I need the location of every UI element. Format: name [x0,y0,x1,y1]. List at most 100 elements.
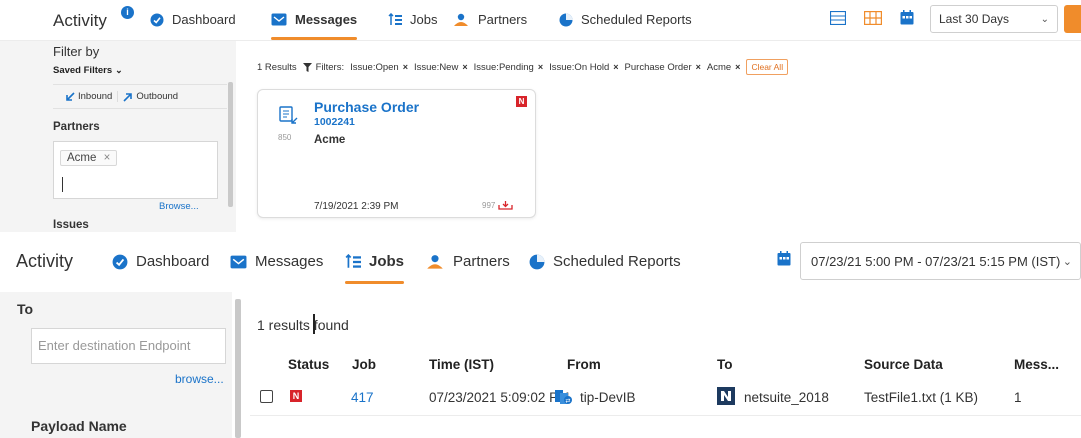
clear-all-button[interactable]: Clear All [746,59,789,75]
nav-partners[interactable]: Partners [452,12,527,27]
filters-label-text: Filters: [315,61,345,73]
issues-heading: Issues [53,219,89,231]
outbound-label: Outbound [136,91,179,102]
nav-partners-label: Partners [453,253,510,270]
destination-endpoint-input[interactable]: Enter destination Endpoint [31,328,226,364]
nav-scheduled-reports[interactable]: Scheduled Reports [529,253,681,270]
nav-dashboard[interactable]: Dashboard [112,253,209,270]
filter-chip-label: Issue:On Hold [549,61,610,73]
saved-filters-dropdown[interactable]: Saved Filters ⌄ [53,65,123,76]
list-view-icon[interactable] [830,11,846,25]
export-button[interactable] [1064,5,1081,33]
filter-chip-issue-on-hold[interactable]: Issue:On Hold × [549,62,618,73]
nav-messages[interactable]: Messages [271,12,358,40]
partners-browse-link[interactable]: Browse... [159,201,199,212]
endpoint-folder-icon: ⇄ [555,390,572,405]
partners-heading: Partners [53,121,100,133]
nav-scheduled-reports[interactable]: Scheduled Reports [559,12,692,27]
filter-chip-label: Issue:Open [350,61,399,73]
filter-sidebar: To Enter destination Endpoint browse... … [0,292,241,438]
table-row[interactable]: N 417 07/23/2021 5:09:02 PM ⇄ tip-DevIB … [250,382,1081,416]
date-range-value: 07/23/21 5:00 PM - 07/23/21 5:15 PM (IST… [811,253,1061,269]
inbound-button[interactable]: Inbound [53,91,117,102]
destination-browse-link[interactable]: browse... [175,372,224,386]
date-range-select[interactable]: Last 30 Days ⌄ [930,5,1058,33]
nav-jobs[interactable]: Jobs [345,253,405,284]
chevron-down-icon: ⌄ [115,65,123,75]
nav-jobs-label: Jobs [369,253,405,270]
filter-by-heading: Filter by [53,44,100,59]
filter-funnel-icon [302,62,312,72]
nav-partners-label: Partners [478,12,528,27]
calendar-icon[interactable] [777,251,791,266]
source-data-file[interactable]: TestFile1.txt (1 KB) [864,390,978,405]
partners-input-box[interactable]: Acme × [53,141,218,199]
row-checkbox[interactable] [260,390,273,403]
nav-dashboard[interactable]: Dashboard [150,12,236,27]
date-range-select[interactable]: 07/23/21 5:00 PM - 07/23/21 5:15 PM (IST… [800,242,1081,280]
netsuite-badge-icon: N [516,96,527,107]
column-header-source-data[interactable]: Source Data [864,357,943,372]
sidebar-scrollbar[interactable] [235,299,241,438]
destination-endpoint-placeholder: Enter destination Endpoint [38,338,191,353]
nav-dashboard-label: Dashboard [136,253,210,270]
jobs-icon [388,12,402,25]
card-date: 7/19/2021 2:39 PM [314,201,399,212]
inbound-arrow-icon [66,91,75,101]
job-id-link[interactable]: 417 [351,390,374,405]
filter-chip-purchase-order[interactable]: Purchase Order × [625,62,701,73]
column-header-status[interactable]: Status [288,357,329,372]
outbound-arrow-icon [123,92,133,102]
nav-dashboard-label: Dashboard [172,12,236,27]
page-title: Activity [16,251,74,271]
partners-icon [454,13,468,26]
partner-tag[interactable]: Acme × [60,150,118,166]
chevron-down-icon: ⌄ [1040,13,1049,25]
column-header-job[interactable]: Job [352,357,376,372]
text-cursor [313,314,315,334]
text-cursor [62,177,63,192]
filters-label: Filters: [302,61,345,73]
column-header-time[interactable]: Time (IST) [429,357,494,372]
close-icon[interactable]: × [613,62,618,72]
nav-scheduled-reports-label: Scheduled Reports [553,253,681,270]
svg-text:⇄: ⇄ [565,398,570,405]
results-filter-bar: 1 Results Filters: Issue:Open × Issue:New… [257,59,789,75]
doc-code: 850 [278,133,292,142]
nav-partners[interactable]: Partners [425,253,510,270]
message-card[interactable]: 850 Purchase Order 1002241 Acme N 7/19/2… [257,89,536,218]
filter-chip-issue-new[interactable]: Issue:New × [414,62,468,73]
close-icon[interactable]: × [403,62,408,72]
column-header-from[interactable]: From [567,357,601,372]
nav-messages[interactable]: Messages [230,253,323,270]
ack-code: 997 [482,200,496,210]
nav-jobs[interactable]: Jobs [388,12,437,27]
filter-chip-acme[interactable]: Acme × [707,62,741,73]
close-icon[interactable]: × [462,62,467,72]
close-icon[interactable]: × [735,62,740,72]
filter-chip-issue-pending[interactable]: Issue:Pending × [474,62,543,73]
sidebar-scrollbar[interactable] [228,82,233,207]
close-icon[interactable]: × [104,152,111,164]
column-header-messages[interactable]: Mess... [1014,357,1059,372]
info-badge-icon[interactable]: i [121,6,134,19]
card-title[interactable]: Purchase Order [314,99,419,115]
close-icon[interactable]: × [538,62,543,72]
filter-chip-issue-open[interactable]: Issue:Open × [350,62,408,73]
top-nav: Activity Dashboard Messages Jobs Partner… [0,237,1081,289]
close-icon[interactable]: × [696,62,701,72]
dashboard-icon [150,13,164,26]
to-heading: To [17,301,34,317]
card-view-icon[interactable] [864,11,882,25]
nav-messages-label: Messages [255,253,324,270]
dashboard-icon [112,254,128,269]
top-nav: Activity i Dashboard Messages Jobs Partn… [0,0,1081,41]
filter-chip-label: Purchase Order [624,61,692,73]
outbound-button[interactable]: Outbound [117,91,183,102]
messages-icon [230,255,247,268]
column-header-to[interactable]: To [717,357,733,372]
card-number: 1002241 [314,116,355,128]
calendar-icon[interactable] [900,10,914,25]
date-range-value: Last 30 Days [939,12,1010,26]
nav-messages-label: Messages [295,12,358,27]
